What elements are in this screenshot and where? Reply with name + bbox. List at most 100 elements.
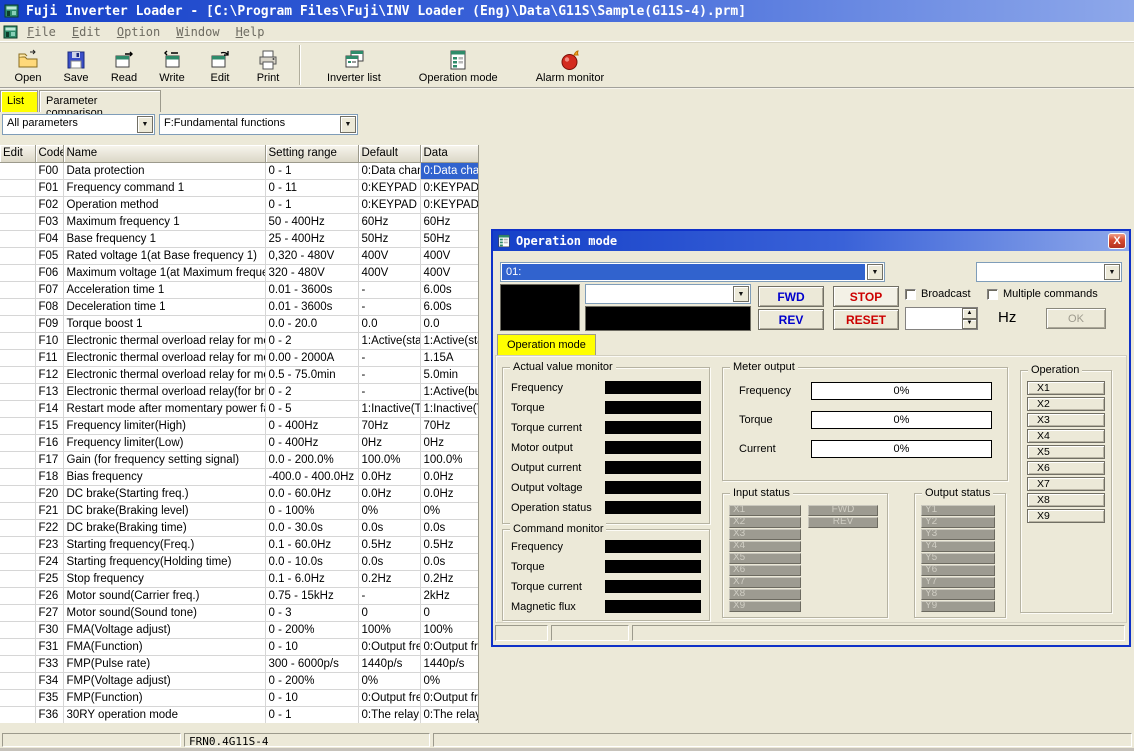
cell-code[interactable]: F03 xyxy=(35,213,63,230)
cell-edit[interactable] xyxy=(0,570,35,587)
cell-code[interactable]: F15 xyxy=(35,417,63,434)
arrow-down-icon[interactable]: ▼ xyxy=(962,319,977,330)
cell-default[interactable]: - xyxy=(358,366,420,383)
parameter-group-select[interactable]: All parameters ▼ xyxy=(2,114,155,135)
inverter-select[interactable]: 01: ▼ xyxy=(500,262,885,282)
cell-data[interactable]: 0.0s xyxy=(420,519,478,536)
cell-edit[interactable] xyxy=(0,281,35,298)
header-code[interactable]: Code xyxy=(35,145,63,162)
menu-window[interactable]: Window xyxy=(168,23,227,41)
cell-setting-range[interactable]: 0.5 - 75.0min xyxy=(265,366,358,383)
header-default[interactable]: Default xyxy=(358,145,420,162)
checkbox-icon[interactable] xyxy=(987,289,998,300)
cell-setting-range[interactable]: 0.01 - 3600s xyxy=(265,298,358,315)
cell-name[interactable]: Electronic thermal overload relay for mo… xyxy=(63,366,265,383)
cell-data[interactable]: 0 xyxy=(420,604,478,621)
chevron-down-icon[interactable]: ▼ xyxy=(867,264,883,280)
cell-data[interactable]: 1:Active(sta xyxy=(420,332,478,349)
cell-code[interactable]: F26 xyxy=(35,587,63,604)
cell-code[interactable]: F05 xyxy=(35,247,63,264)
cell-setting-range[interactable]: 0 - 400Hz xyxy=(265,434,358,451)
cell-setting-range[interactable]: 0 - 1 xyxy=(265,196,358,213)
cell-setting-range[interactable]: 0.0 - 60.0Hz xyxy=(265,485,358,502)
cell-data[interactable]: 0:KEYPAD c xyxy=(420,196,478,213)
cell-edit[interactable] xyxy=(0,655,35,672)
cell-edit[interactable] xyxy=(0,315,35,332)
cell-name[interactable]: Bias frequency xyxy=(63,468,265,485)
menu-file[interactable]: File xyxy=(19,23,64,41)
monitor-item-select[interactable]: ▼ xyxy=(585,284,751,304)
cell-data[interactable]: 0.0Hz xyxy=(420,485,478,502)
operation-terminal-button[interactable]: X8 xyxy=(1027,493,1105,507)
cell-setting-range[interactable]: 0,320 - 480V xyxy=(265,247,358,264)
tab-list[interactable]: List xyxy=(0,90,38,112)
read-button[interactable]: Read xyxy=(100,44,148,86)
cell-default[interactable]: 0:KEYPAD xyxy=(358,179,420,196)
cell-data[interactable]: 400V xyxy=(420,264,478,281)
cell-code[interactable]: F10 xyxy=(35,332,63,349)
cell-name[interactable]: Frequency limiter(High) xyxy=(63,417,265,434)
cell-edit[interactable] xyxy=(0,638,35,655)
cell-name[interactable]: Stop frequency xyxy=(63,570,265,587)
cell-code[interactable]: F35 xyxy=(35,689,63,706)
cell-setting-range[interactable]: 25 - 400Hz xyxy=(265,230,358,247)
cell-code[interactable]: F18 xyxy=(35,468,63,485)
cell-name[interactable]: Torque boost 1 xyxy=(63,315,265,332)
print-button[interactable]: Print xyxy=(244,44,292,86)
cell-default[interactable]: 0.0 xyxy=(358,315,420,332)
cell-code[interactable]: F33 xyxy=(35,655,63,672)
cell-default[interactable]: - xyxy=(358,383,420,400)
cell-edit[interactable] xyxy=(0,485,35,502)
operation-terminal-button[interactable]: X3 xyxy=(1027,413,1105,427)
cell-default[interactable]: 0% xyxy=(358,672,420,689)
cell-setting-range[interactable]: 0.01 - 3600s xyxy=(265,281,358,298)
cell-code[interactable]: F24 xyxy=(35,553,63,570)
cell-default[interactable]: 0:Data chan xyxy=(358,162,420,179)
cell-setting-range[interactable]: 320 - 480V xyxy=(265,264,358,281)
cell-code[interactable]: F06 xyxy=(35,264,63,281)
cell-default[interactable]: 70Hz xyxy=(358,417,420,434)
cell-data[interactable]: 400V xyxy=(420,247,478,264)
cell-edit[interactable] xyxy=(0,247,35,264)
cell-code[interactable]: F23 xyxy=(35,536,63,553)
cell-setting-range[interactable]: 0.75 - 15kHz xyxy=(265,587,358,604)
cell-code[interactable]: F16 xyxy=(35,434,63,451)
chevron-down-icon[interactable]: ▼ xyxy=(1104,264,1120,280)
operation-terminal-button[interactable]: X6 xyxy=(1027,461,1105,475)
cell-name[interactable]: Rated voltage 1(at Base frequency 1) xyxy=(63,247,265,264)
operation-terminal-button[interactable]: X5 xyxy=(1027,445,1105,459)
cell-code[interactable]: F25 xyxy=(35,570,63,587)
cell-default[interactable]: 1:Inactive(Tr xyxy=(358,400,420,417)
cell-data[interactable]: 0:The relay xyxy=(420,706,478,723)
cell-data[interactable]: 0.2Hz xyxy=(420,570,478,587)
cell-default[interactable]: 100% xyxy=(358,621,420,638)
cell-default[interactable]: 0:KEYPAD c xyxy=(358,196,420,213)
cell-data[interactable]: 100.0% xyxy=(420,451,478,468)
cell-edit[interactable] xyxy=(0,468,35,485)
cell-data[interactable]: 0:Output fre xyxy=(420,689,478,706)
cell-edit[interactable] xyxy=(0,366,35,383)
cell-default[interactable]: 0.5Hz xyxy=(358,536,420,553)
cell-default[interactable]: 0 xyxy=(358,604,420,621)
cell-default[interactable]: 100.0% xyxy=(358,451,420,468)
chevron-down-icon[interactable]: ▼ xyxy=(340,116,356,133)
cell-data[interactable]: 0:Data chan xyxy=(420,162,478,179)
menu-option[interactable]: Option xyxy=(109,23,168,41)
cell-data[interactable]: 50Hz xyxy=(420,230,478,247)
secondary-select[interactable]: ▼ xyxy=(976,262,1122,282)
cell-name[interactable]: Electronic thermal overload relay for mo… xyxy=(63,332,265,349)
cell-setting-range[interactable]: 0 - 11 xyxy=(265,179,358,196)
cell-name[interactable]: Restart mode after momentary power fail xyxy=(63,400,265,417)
cell-code[interactable]: F08 xyxy=(35,298,63,315)
document-icon[interactable] xyxy=(3,24,19,40)
cell-data[interactable]: 0.0 xyxy=(420,315,478,332)
reset-button[interactable]: RESET xyxy=(833,309,899,330)
frequency-stepper[interactable]: ▲ ▼ xyxy=(905,307,978,330)
broadcast-checkbox[interactable]: Broadcast xyxy=(905,288,971,300)
cell-code[interactable]: F34 xyxy=(35,672,63,689)
menu-help[interactable]: Help xyxy=(228,23,273,41)
cell-default[interactable]: 0:Output fre xyxy=(358,689,420,706)
cell-data[interactable]: 6.00s xyxy=(420,281,478,298)
cell-edit[interactable] xyxy=(0,400,35,417)
cell-name[interactable]: Maximum voltage 1(at Maximum frequenc xyxy=(63,264,265,281)
